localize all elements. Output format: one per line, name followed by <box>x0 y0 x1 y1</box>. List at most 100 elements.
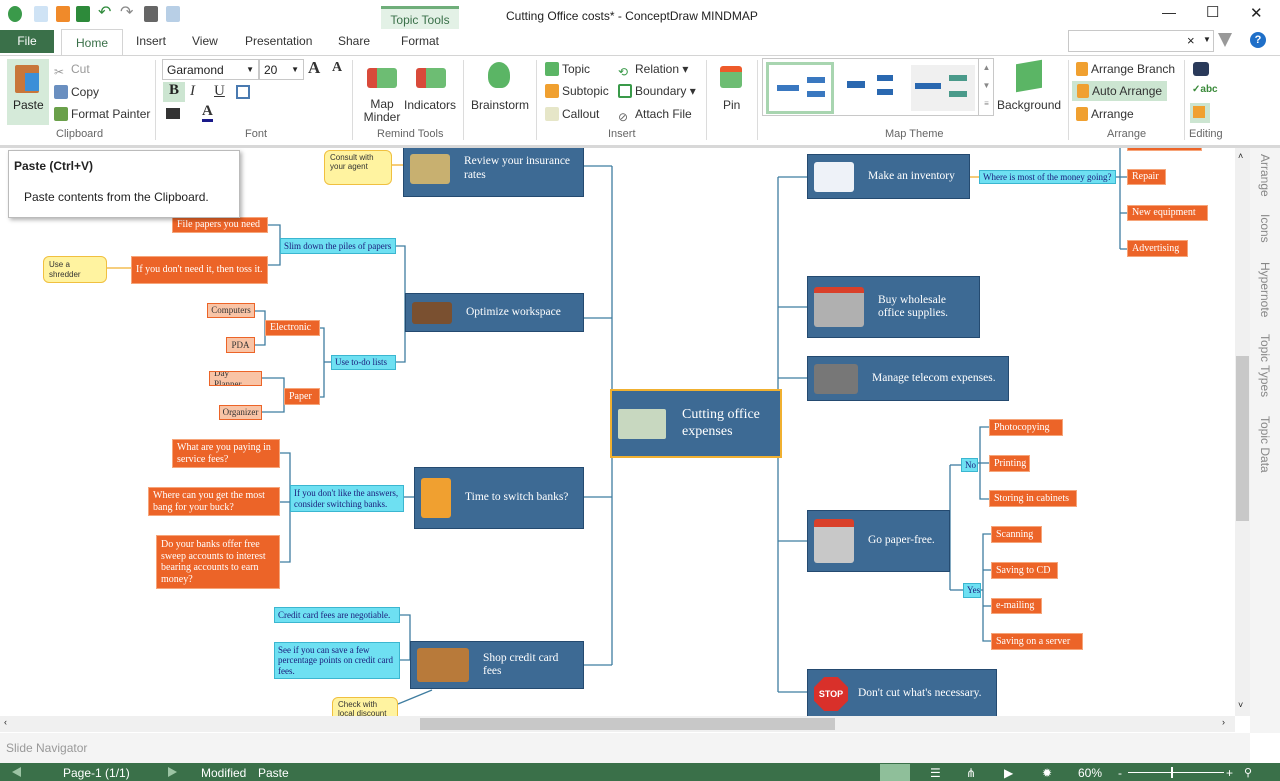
font-color-button[interactable]: A <box>202 104 213 122</box>
callout-consult-agent[interactable]: Consult with your agent <box>324 150 392 185</box>
leaf-saving-server[interactable]: Saving on a server <box>991 633 1083 650</box>
search-input[interactable]: × ▼ <box>1068 30 1214 52</box>
leaf-paper[interactable]: Paper <box>284 388 320 405</box>
clear-search-icon[interactable]: × <box>1187 33 1195 48</box>
topic-review-insurance[interactable]: Review your insurance rates <box>403 148 584 197</box>
map-minder-button[interactable]: Map Minder <box>362 98 402 124</box>
horizontal-scrollbar[interactable]: ‹ › <box>0 716 1235 732</box>
leaf-storing-cabinets[interactable]: Storing in cabinets <box>989 490 1077 507</box>
redo-icon[interactable]: ↷ <box>120 2 138 21</box>
file-tab[interactable]: File <box>0 30 54 53</box>
grow-font-button[interactable]: A <box>308 58 320 78</box>
topic-make-inventory[interactable]: Make an inventory <box>807 154 970 199</box>
next-page-icon[interactable] <box>168 767 177 777</box>
bold-button[interactable]: B <box>163 82 185 102</box>
print-preview-icon[interactable] <box>166 6 180 22</box>
highlight-icon[interactable] <box>166 108 180 119</box>
side-tab-topic-types[interactable]: Topic Types <box>1258 334 1272 397</box>
background-button[interactable]: Background <box>997 98 1061 112</box>
cut-button[interactable]: ✂ Cut <box>54 62 90 79</box>
brainstorm-button[interactable]: Brainstorm <box>471 98 529 112</box>
subtopic-to-do-lists[interactable]: Use to-do lists <box>331 355 396 370</box>
minimize-button[interactable]: — <box>1162 4 1176 20</box>
insert-callout-button[interactable]: Callout <box>545 107 599 121</box>
leaf-advertising[interactable]: Advertising <box>1127 240 1188 257</box>
spell-check-icon[interactable]: ✓abc <box>1192 84 1218 95</box>
subtopic-money-going[interactable]: Where is most of the money going? <box>979 170 1116 184</box>
vertical-scrollbar[interactable]: ˄ ˅ <box>1235 148 1250 716</box>
slide-navigator[interactable]: Slide Navigator <box>0 733 1250 763</box>
side-tab-icons[interactable]: Icons <box>1258 214 1272 243</box>
side-tab-hypernote[interactable]: Hypernote <box>1258 262 1272 317</box>
topic-optimize-workspace[interactable]: Optimize workspace <box>405 293 584 332</box>
leaf-day-planner[interactable]: Day Planner <box>209 371 262 386</box>
subtopic-yes[interactable]: Yes <box>963 583 981 598</box>
close-button[interactable]: ✕ <box>1250 4 1263 22</box>
zoom-in-button[interactable]: + <box>1226 766 1233 780</box>
leaf-computers[interactable]: Computers <box>207 303 255 318</box>
shrink-font-button[interactable]: A <box>332 60 342 76</box>
play-presentation-button[interactable]: ▶ <box>1004 766 1013 780</box>
tab-insert[interactable]: Insert <box>136 34 166 48</box>
tab-presentation[interactable]: Presentation <box>245 34 312 48</box>
subtopic-save-percentage[interactable]: See if you can save a few percentage poi… <box>274 642 400 679</box>
leaf-bang-for-buck[interactable]: Where can you get the most bang for your… <box>148 487 280 516</box>
zoom-fit-icon[interactable]: ⚲ <box>1244 766 1252 779</box>
alignment-icon[interactable] <box>236 85 250 99</box>
zoom-out-button[interactable]: - <box>1118 766 1122 780</box>
leaf-emailing[interactable]: e-mailing <box>991 598 1042 614</box>
side-tab-arrange[interactable]: Arrange <box>1258 154 1272 197</box>
new-icon[interactable] <box>34 6 48 22</box>
prev-page-icon[interactable] <box>12 767 21 777</box>
find-binoculars-icon[interactable] <box>1193 62 1209 76</box>
leaf-electronic[interactable]: Electronic <box>265 320 320 336</box>
leaf-saving-cd[interactable]: Saving to CD <box>991 562 1058 579</box>
topic-buy-wholesale[interactable]: Buy wholesale office supplies. <box>807 276 980 338</box>
leaf-scanning[interactable]: Scanning <box>991 526 1042 543</box>
filter-icon[interactable] <box>1218 33 1232 47</box>
leaf-pda[interactable]: PDA <box>226 337 255 353</box>
arrange-button[interactable]: Arrange <box>1076 107 1134 121</box>
side-tab-topic-data[interactable]: Topic Data <box>1258 416 1272 473</box>
tab-home[interactable]: Home <box>61 29 123 56</box>
vertical-scroll-thumb[interactable] <box>1236 356 1249 521</box>
leaf-toss-it[interactable]: If you don't need it, then toss it. <box>131 256 268 284</box>
editing-icon[interactable] <box>1190 103 1210 123</box>
callout-use-shredder[interactable]: Use a shredder <box>43 256 107 283</box>
horizontal-scroll-thumb[interactable] <box>420 718 835 730</box>
font-family-select[interactable]: Garamond ▼ <box>162 59 259 80</box>
paste-button[interactable]: Paste <box>7 59 49 125</box>
save-icon[interactable] <box>76 6 90 22</box>
maximize-button[interactable]: ☐ <box>1206 3 1219 21</box>
map-theme-gallery[interactable]: ▲ ▼ ≡ <box>762 58 994 116</box>
topic-paper-free[interactable]: Go paper-free. <box>807 510 950 572</box>
zoom-slider-thumb[interactable] <box>1171 767 1174 778</box>
zoom-slider[interactable] <box>1128 767 1224 778</box>
undo-icon[interactable]: ↶ <box>98 2 116 21</box>
subtopic-no[interactable]: No <box>961 458 978 472</box>
attach-file-button[interactable]: ⊘ Attach File <box>618 107 692 124</box>
help-button[interactable]: ? <box>1250 32 1266 48</box>
leaf-sweep-accounts[interactable]: Do your banks offer free sweep accounts … <box>156 535 280 589</box>
search-dropdown-icon[interactable]: ▼ <box>1203 35 1211 44</box>
leaf-repair[interactable]: Repair <box>1127 169 1166 185</box>
theme-thumbnail-3[interactable] <box>911 65 975 111</box>
outline-view-button[interactable]: ☰ <box>930 766 941 780</box>
underline-button[interactable]: U <box>214 83 225 100</box>
auto-arrange-button[interactable]: Auto Arrange <box>1072 81 1168 101</box>
font-size-select[interactable]: 20 ▼ <box>259 59 304 80</box>
relation-button[interactable]: ⟲ Relation ▾ <box>618 62 688 79</box>
print-icon[interactable] <box>144 6 158 22</box>
mindmap-view-button[interactable] <box>880 764 910 781</box>
insert-subtopic-button[interactable]: Subtopic <box>545 84 609 98</box>
leaf-new-equipment[interactable]: New equipment <box>1127 205 1208 221</box>
leaf-photocopying[interactable]: Photocopying <box>989 419 1063 436</box>
leaf-printing[interactable]: Printing <box>989 455 1030 472</box>
settings-icon[interactable]: ✹ <box>1042 766 1052 780</box>
leaf-file-papers[interactable]: File papers you need <box>172 217 268 233</box>
indicators-button[interactable]: Indicators <box>404 98 456 112</box>
arrange-branch-button[interactable]: Arrange Branch <box>1076 62 1175 76</box>
app-logo-icon[interactable] <box>8 6 22 22</box>
open-icon[interactable] <box>56 6 70 22</box>
copy-button[interactable]: Copy <box>54 85 99 99</box>
